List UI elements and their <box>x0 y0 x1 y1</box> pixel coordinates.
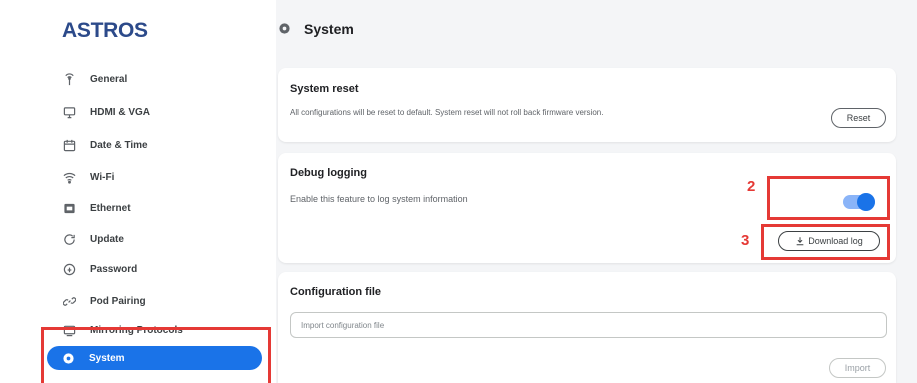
sidebar-item-date-time[interactable]: Date & Time <box>62 134 262 156</box>
card-title: Configuration file <box>290 286 382 298</box>
page-title: System <box>278 21 354 37</box>
reset-button[interactable]: Reset <box>831 108 886 128</box>
sidebar-item-label: Date & Time <box>90 139 148 151</box>
sidebar-item-label: Ethernet <box>90 202 131 214</box>
sidebar: ASTROS General HDMI & VGA Date & Time Wi… <box>0 0 276 383</box>
wifi-icon <box>62 170 76 184</box>
sidebar-item-label: Password <box>90 263 138 275</box>
sidebar-item-update[interactable]: Update <box>62 228 262 250</box>
annotation-box-download <box>761 224 890 260</box>
sidebar-item-ethernet[interactable]: Ethernet <box>62 197 262 219</box>
sidebar-item-pod-pairing[interactable]: Pod Pairing <box>62 290 262 312</box>
page-title-text: System <box>304 21 354 37</box>
card-title: Debug logging <box>290 167 367 179</box>
configuration-file-card: Configuration file Import configuration … <box>278 272 896 383</box>
sidebar-item-label: Wi-Fi <box>90 171 115 183</box>
sidebar-item-label: Update <box>90 233 124 245</box>
card-title: System reset <box>290 83 359 95</box>
brand-logo: ASTROS <box>62 19 148 42</box>
lock-icon <box>62 262 76 276</box>
display-icon <box>62 105 76 119</box>
sidebar-item-hdmi-vga[interactable]: HDMI & VGA <box>62 101 262 123</box>
link-icon <box>62 294 76 308</box>
card-description: Enable this feature to log system inform… <box>290 194 468 204</box>
annotation-box-system <box>41 327 271 383</box>
sidebar-item-label: General <box>90 73 128 85</box>
ethernet-icon <box>62 201 76 215</box>
system-reset-card: System reset All configurations will be … <box>278 68 896 142</box>
sidebar-item-general[interactable]: General <box>62 68 262 90</box>
annotation-number-2: 2 <box>747 178 756 195</box>
sidebar-item-label: HDMI & VGA <box>90 106 150 118</box>
sidebar-item-label: Pod Pairing <box>90 295 146 307</box>
card-description: All configurations will be reset to defa… <box>290 108 604 117</box>
antenna-icon <box>62 72 76 86</box>
refresh-icon <box>62 232 76 246</box>
import-configuration-input[interactable]: Import configuration file <box>290 312 887 338</box>
sidebar-item-password[interactable]: Password <box>62 258 262 280</box>
main-content: System System reset All configurations w… <box>276 0 917 383</box>
import-button[interactable]: Import <box>829 358 886 378</box>
annotation-box-toggle <box>767 176 890 220</box>
gear-icon <box>278 22 292 36</box>
annotation-number-3: 3 <box>741 232 750 249</box>
sidebar-item-wifi[interactable]: Wi-Fi <box>62 166 262 188</box>
calendar-icon <box>62 138 76 152</box>
